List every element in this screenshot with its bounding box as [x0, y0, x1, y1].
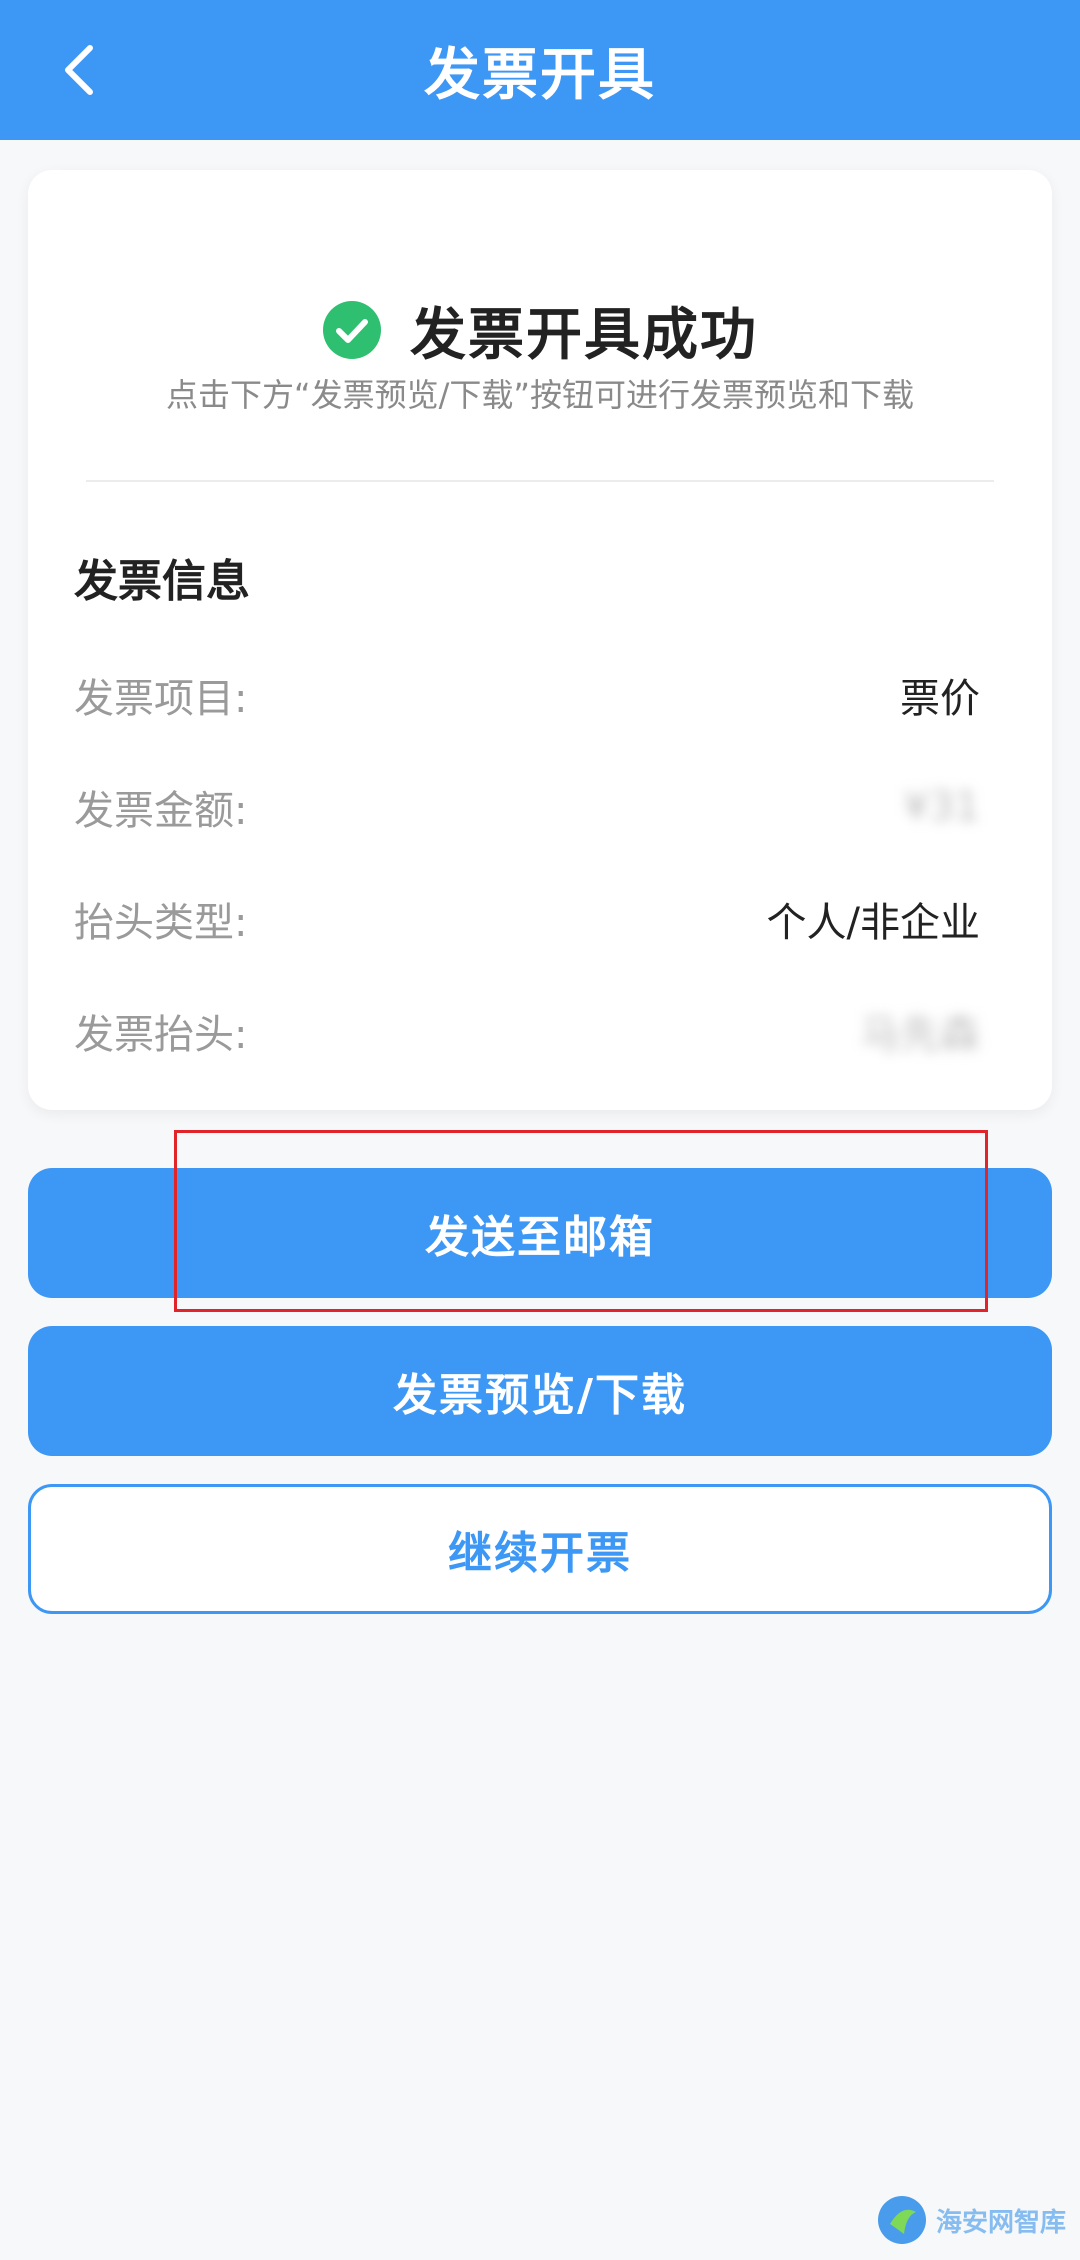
back-button[interactable] — [40, 30, 120, 110]
info-row-amount: 发票金额: ¥31 — [74, 772, 980, 842]
info-label: 发票项目: — [74, 676, 248, 722]
success-hint: 点击下方“发票预览/下载”按钮可进行发票预览和下载 — [166, 376, 914, 414]
info-value-blurred: 马先森 — [860, 1012, 980, 1058]
success-title: 发票开具成功 — [410, 302, 758, 368]
watermark: 海安网智库 — [876, 2190, 1066, 2250]
invoice-result-page: 发票开具 发票开具成功 点击下方“发票预览/下载”按钮可进行发票预览和下载 发票… — [0, 0, 1080, 2260]
info-row-title-type: 抬头类型: 个人/非企业 — [74, 884, 980, 954]
info-label: 抬头类型: — [74, 900, 248, 946]
continue-invoicing-button[interactable]: 继续开票 — [28, 1484, 1052, 1614]
invoice-info-title: 发票信息 — [74, 556, 250, 607]
chevron-left-icon — [65, 45, 93, 95]
send-to-email-button[interactable]: 发送至邮箱 — [28, 1168, 1052, 1298]
preview-download-button[interactable]: 发票预览/下载 — [28, 1326, 1052, 1456]
success-row: 发票开具成功 — [28, 275, 1052, 385]
page-title: 发票开具 — [424, 42, 656, 108]
watermark-text: 海安网智库 — [936, 2207, 1067, 2238]
top-bar: 发票开具 — [0, 0, 1080, 140]
divider — [86, 480, 994, 482]
info-value: 票价 — [900, 676, 980, 722]
info-label: 发票金额: — [74, 788, 248, 834]
logo-icon — [878, 2196, 926, 2244]
info-label: 发票抬头: — [74, 1012, 248, 1058]
info-row-invoice-header: 发票抬头: 马先森 — [74, 996, 980, 1066]
check-circle-icon — [323, 301, 381, 359]
info-value: 个人/非企业 — [766, 900, 980, 946]
result-card: 发票开具成功 点击下方“发票预览/下载”按钮可进行发票预览和下载 发票信息 发票… — [28, 170, 1052, 1110]
info-row-item: 发票项目: 票价 — [74, 660, 980, 730]
info-value-blurred: ¥31 — [903, 784, 980, 830]
